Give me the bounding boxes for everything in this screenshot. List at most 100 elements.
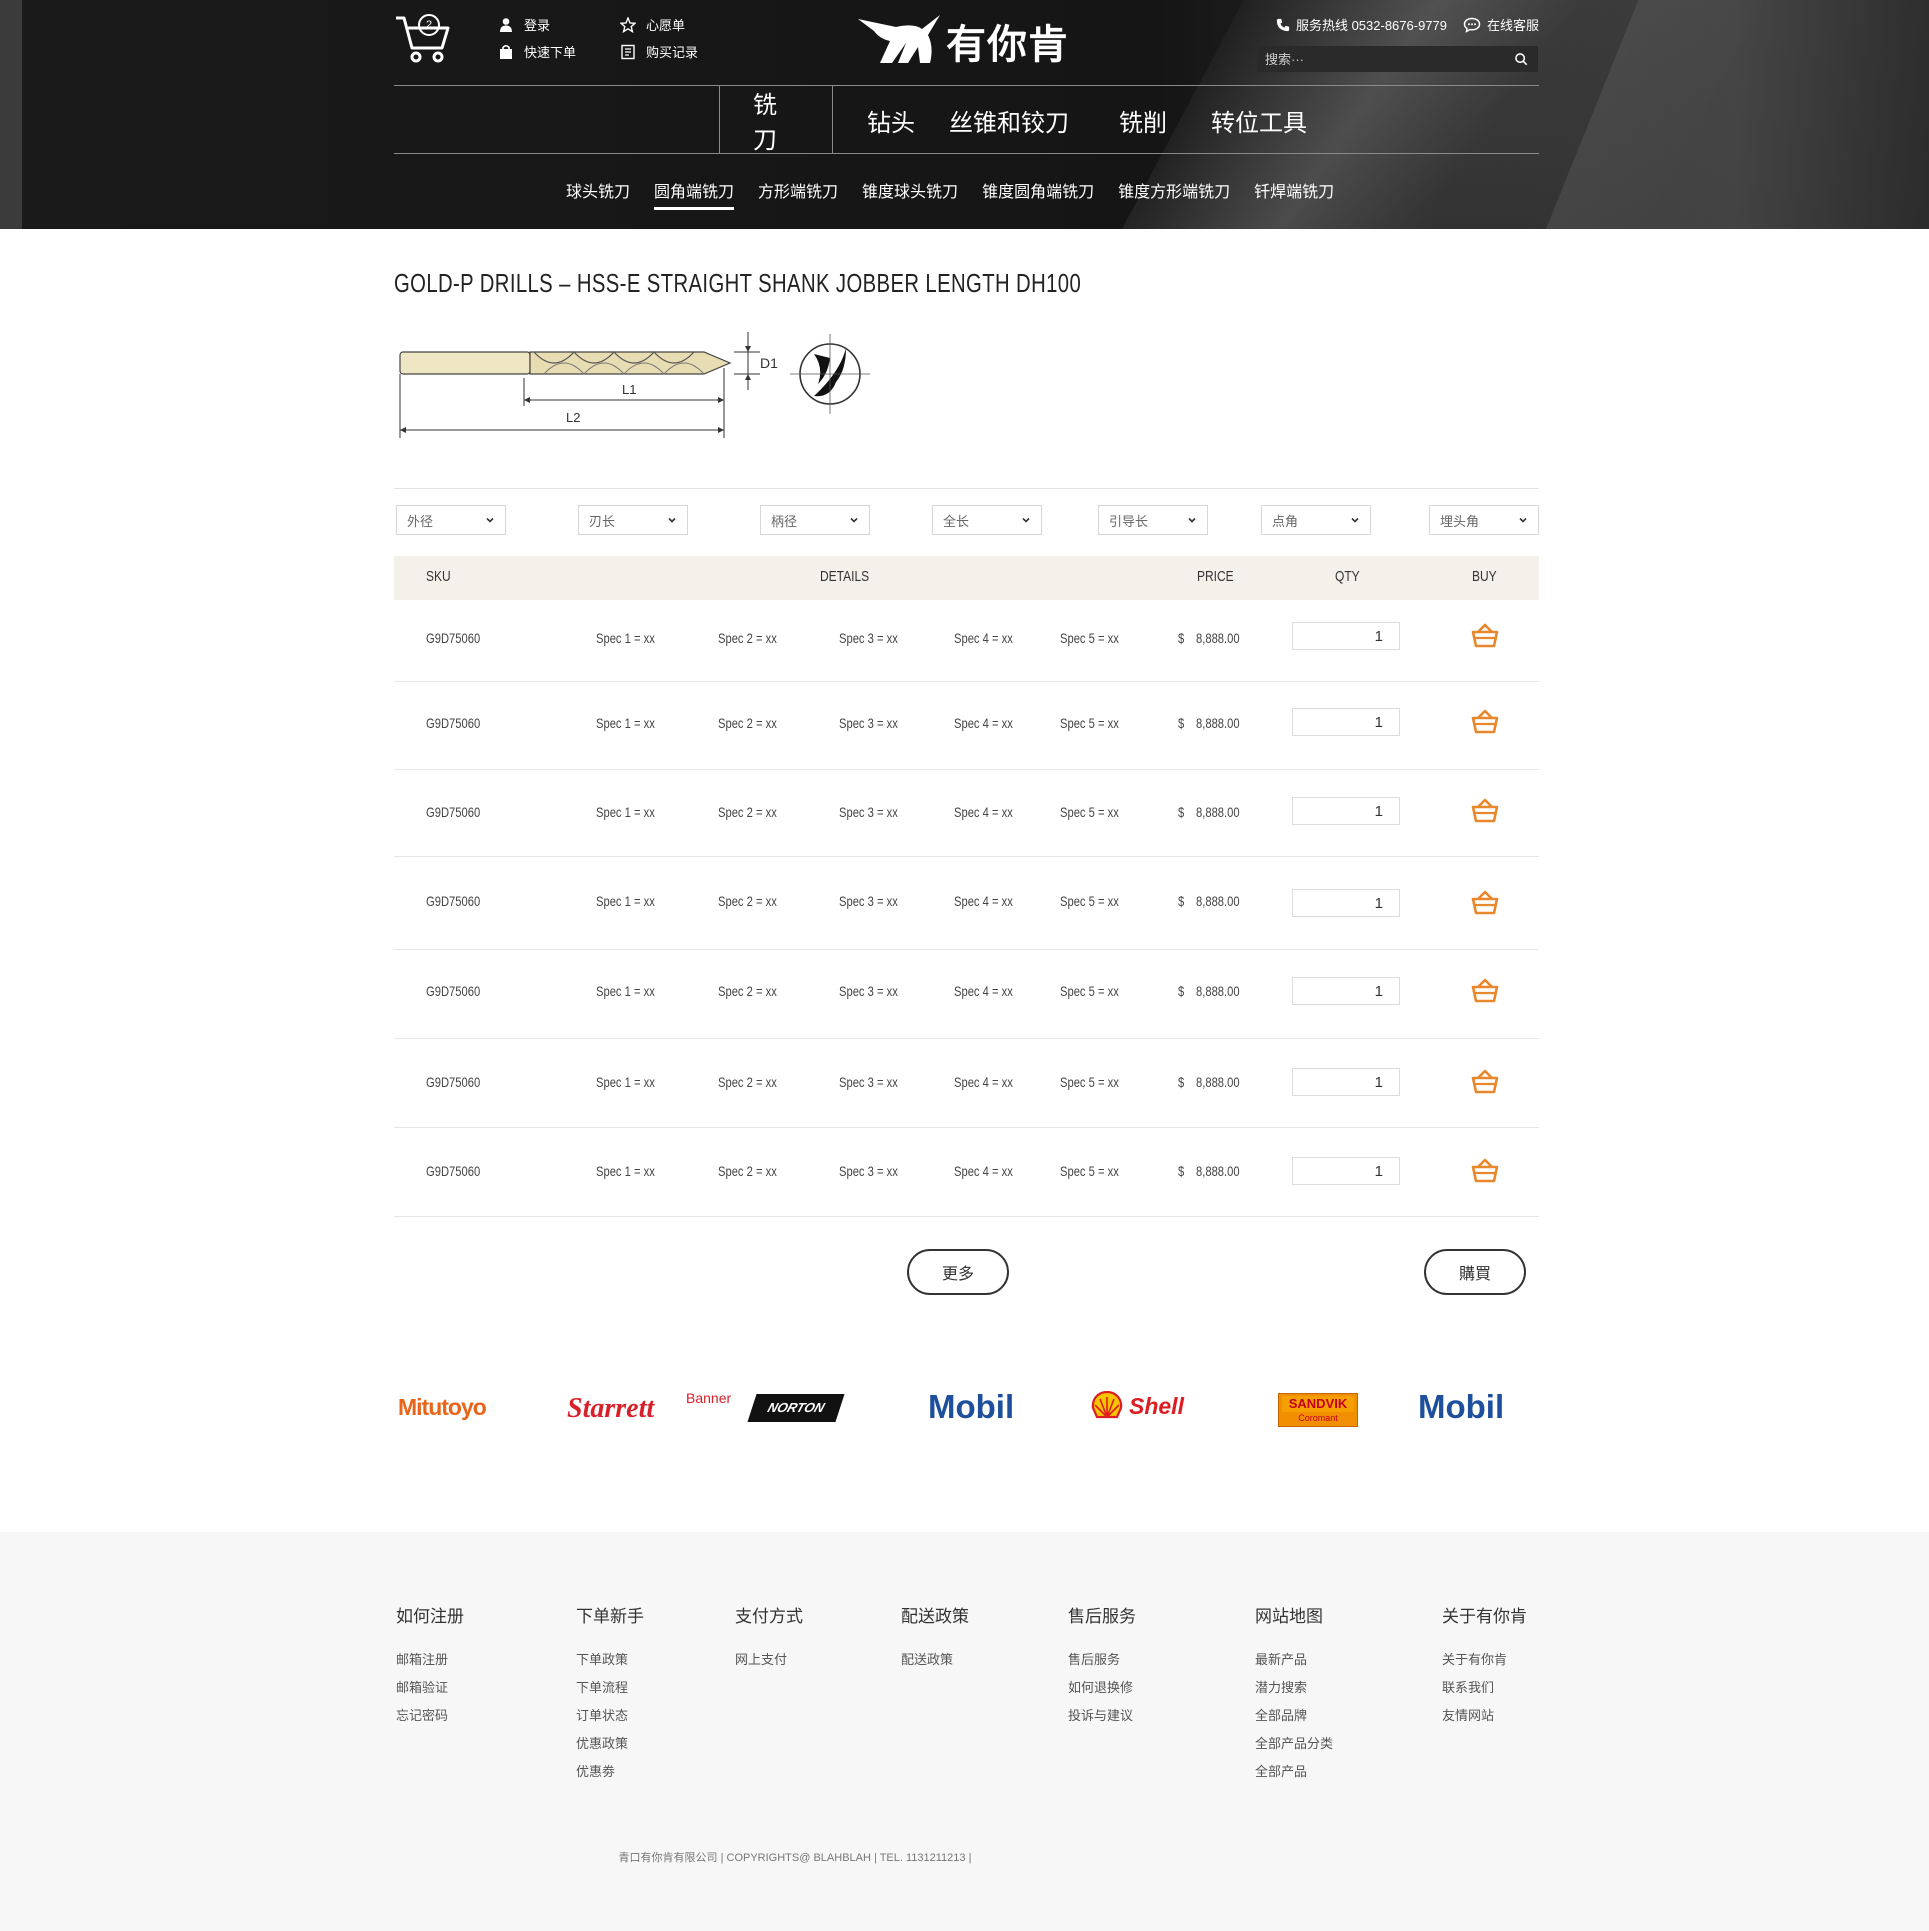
- site-header: 2 登录 快速下单 心愿单 购买记录 有你肯 服务热线 0532-8676-97…: [0, 0, 1929, 229]
- quick-order-link[interactable]: 快速下单: [498, 42, 576, 61]
- d1-label: D1: [760, 355, 778, 371]
- brand-logo-mitutoyo[interactable]: Mitutoyo: [398, 1394, 487, 1421]
- main-nav-item-drills[interactable]: 钻头: [833, 86, 949, 154]
- quantity-input[interactable]: [1292, 622, 1400, 650]
- footer-link[interactable]: 联系我们: [1442, 1677, 1527, 1705]
- brand-logo-sandvik[interactable]: SANDVIK Coromant: [1278, 1393, 1358, 1427]
- footer-link[interactable]: 邮箱注册: [396, 1649, 464, 1677]
- brand-logo-shell-group[interactable]: Shell: [1091, 1391, 1184, 1421]
- footer-link[interactable]: 投诉与建议: [1068, 1705, 1136, 1733]
- drill-diagram: D1 L1 L2: [399, 332, 870, 438]
- row-sku: G9D75060: [426, 983, 481, 999]
- add-to-basket-icon[interactable]: [1470, 797, 1500, 823]
- main-nav-item-milling[interactable]: 铣削: [1089, 86, 1197, 154]
- quantity-input[interactable]: [1292, 1157, 1400, 1185]
- star-icon: [620, 16, 636, 33]
- footer-link[interactable]: 全部产品: [1255, 1761, 1333, 1789]
- purchase-history-link[interactable]: 购买记录: [620, 42, 698, 61]
- add-to-basket-icon[interactable]: [1470, 1157, 1500, 1183]
- user-icon: [500, 17, 512, 32]
- sub-nav-item-tapered-square[interactable]: 锥度方形端铣刀: [1118, 178, 1230, 210]
- footer-link[interactable]: 全部品牌: [1255, 1705, 1333, 1733]
- row-spec-3: Spec 3 = xx: [839, 983, 898, 999]
- row-spec-5: Spec 5 = xx: [1060, 804, 1119, 820]
- add-to-basket-icon[interactable]: [1470, 977, 1500, 1003]
- brand-logo-banner[interactable]: Banner: [686, 1390, 731, 1406]
- footer-link[interactable]: 潜力搜索: [1255, 1677, 1333, 1705]
- row-spec-2: Spec 2 = xx: [718, 1163, 777, 1179]
- filter-overall-length[interactable]: 全长: [932, 505, 1042, 535]
- buy-button[interactable]: 購買: [1424, 1249, 1526, 1295]
- footer-link[interactable]: 邮箱验证: [396, 1677, 464, 1705]
- row-spec-3: Spec 3 = xx: [839, 1074, 898, 1090]
- footer-col-delivery: 配送政策 配送政策: [901, 1602, 969, 1677]
- search-input[interactable]: [1257, 50, 1514, 68]
- main-nav-item-indexable-tools[interactable]: 转位工具: [1197, 86, 1307, 154]
- footer-link[interactable]: 优惠政策: [576, 1733, 644, 1761]
- sub-nav-item-tapered-ball[interactable]: 锥度球头铣刀: [862, 178, 958, 210]
- filter-point-angle-label: 点角: [1272, 513, 1299, 529]
- quantity-input[interactable]: [1292, 1068, 1400, 1096]
- row-sku: G9D75060: [426, 1074, 481, 1090]
- footer-link[interactable]: 配送政策: [901, 1649, 969, 1677]
- main-nav-item-taps-reamers[interactable]: 丝锥和铰刀: [949, 86, 1089, 154]
- filter-flute-length[interactable]: 刃长: [578, 505, 688, 535]
- brand-logo-mobil[interactable]: Mobil: [928, 1388, 1014, 1426]
- wishlist-link[interactable]: 心愿单: [620, 15, 685, 34]
- filter-point-angle[interactable]: 点角: [1261, 505, 1371, 535]
- row-currency: $: [1178, 983, 1185, 999]
- footer-link[interactable]: 订单状态: [576, 1705, 644, 1733]
- row-price: 8,888.00: [1196, 715, 1240, 731]
- footer-link[interactable]: 忘记密码: [396, 1705, 464, 1733]
- footer-col-title: 售后服务: [1068, 1607, 1136, 1626]
- footer-link[interactable]: 关于有你肯: [1442, 1649, 1527, 1677]
- add-to-basket-icon[interactable]: [1470, 889, 1500, 915]
- quantity-input[interactable]: [1292, 797, 1400, 825]
- footer-link[interactable]: 售后服务: [1068, 1649, 1136, 1677]
- filter-countersink-angle[interactable]: 埋头角: [1429, 505, 1539, 535]
- quantity-input[interactable]: [1292, 977, 1400, 1005]
- sub-nav-item-brazed[interactable]: 钎焊端铣刀: [1254, 178, 1334, 210]
- main-nav-item-milling-cutters[interactable]: 铣刀: [719, 86, 833, 154]
- login-link[interactable]: 登录: [498, 15, 550, 34]
- hotline-text: 服务热线 0532-8676-9779: [1295, 18, 1447, 33]
- filter-outer-diameter[interactable]: 外径: [396, 505, 506, 535]
- add-to-basket-icon[interactable]: [1470, 1068, 1500, 1094]
- sub-nav-item-square-end[interactable]: 方形端铣刀: [758, 178, 838, 210]
- footer-link[interactable]: 下单政策: [576, 1649, 644, 1677]
- sub-nav-item-tapered-corner-radius[interactable]: 锥度圆角端铣刀: [982, 178, 1094, 210]
- main-nav: 铣刀 钻头 丝锥和铰刀 铣削 转位工具: [719, 86, 1307, 154]
- footer-link[interactable]: 友情网站: [1442, 1705, 1527, 1733]
- footer-col-title: 下单新手: [576, 1607, 644, 1626]
- footer-link[interactable]: 最新产品: [1255, 1649, 1333, 1677]
- footer-link[interactable]: 网上支付: [735, 1649, 803, 1677]
- row-spec-4: Spec 4 = xx: [954, 1163, 1013, 1179]
- section-divider: [394, 488, 1539, 489]
- row-spec-4: Spec 4 = xx: [954, 983, 1013, 999]
- chevron-down-icon: [1188, 517, 1196, 523]
- sub-nav-item-ball-end[interactable]: 球头铣刀: [566, 178, 630, 210]
- brand-logo-mobil-2[interactable]: Mobil: [1418, 1388, 1504, 1426]
- footer-link[interactable]: 优惠劵: [576, 1761, 644, 1789]
- footer-link[interactable]: 全部产品分类: [1255, 1733, 1333, 1761]
- site-logo[interactable]: 有你肯: [856, 12, 1069, 70]
- online-service-link[interactable]: 在线客服: [1463, 15, 1539, 34]
- footer-col-new-buyers: 下单新手 下单政策 下单流程 订单状态 优惠政策 优惠劵: [576, 1602, 644, 1789]
- quantity-input[interactable]: [1292, 889, 1400, 917]
- filter-pilot-length[interactable]: 引导长: [1098, 505, 1208, 535]
- brand-logo-starrett[interactable]: Starrett: [567, 1393, 654, 1425]
- footer-link[interactable]: 如何退换修: [1068, 1677, 1136, 1705]
- footer-link[interactable]: 下单流程: [576, 1677, 644, 1705]
- chevron-down-icon: [850, 517, 858, 523]
- footer-col-title: 如何注册: [396, 1607, 464, 1626]
- add-to-basket-icon[interactable]: [1470, 708, 1500, 734]
- filter-shank-diameter[interactable]: 柄径: [760, 505, 870, 535]
- add-to-basket-icon[interactable]: [1470, 622, 1500, 648]
- quantity-input[interactable]: [1292, 708, 1400, 736]
- more-button[interactable]: 更多: [907, 1249, 1009, 1295]
- search-icon[interactable]: [1514, 52, 1528, 66]
- row-currency: $: [1178, 1163, 1185, 1179]
- sub-nav-item-corner-radius[interactable]: 圆角端铣刀: [654, 178, 735, 210]
- brand-logo-norton[interactable]: NORTON: [747, 1394, 845, 1422]
- footer-col-sitemap: 网站地图 最新产品 潜力搜索 全部品牌 全部产品分类 全部产品: [1255, 1602, 1333, 1789]
